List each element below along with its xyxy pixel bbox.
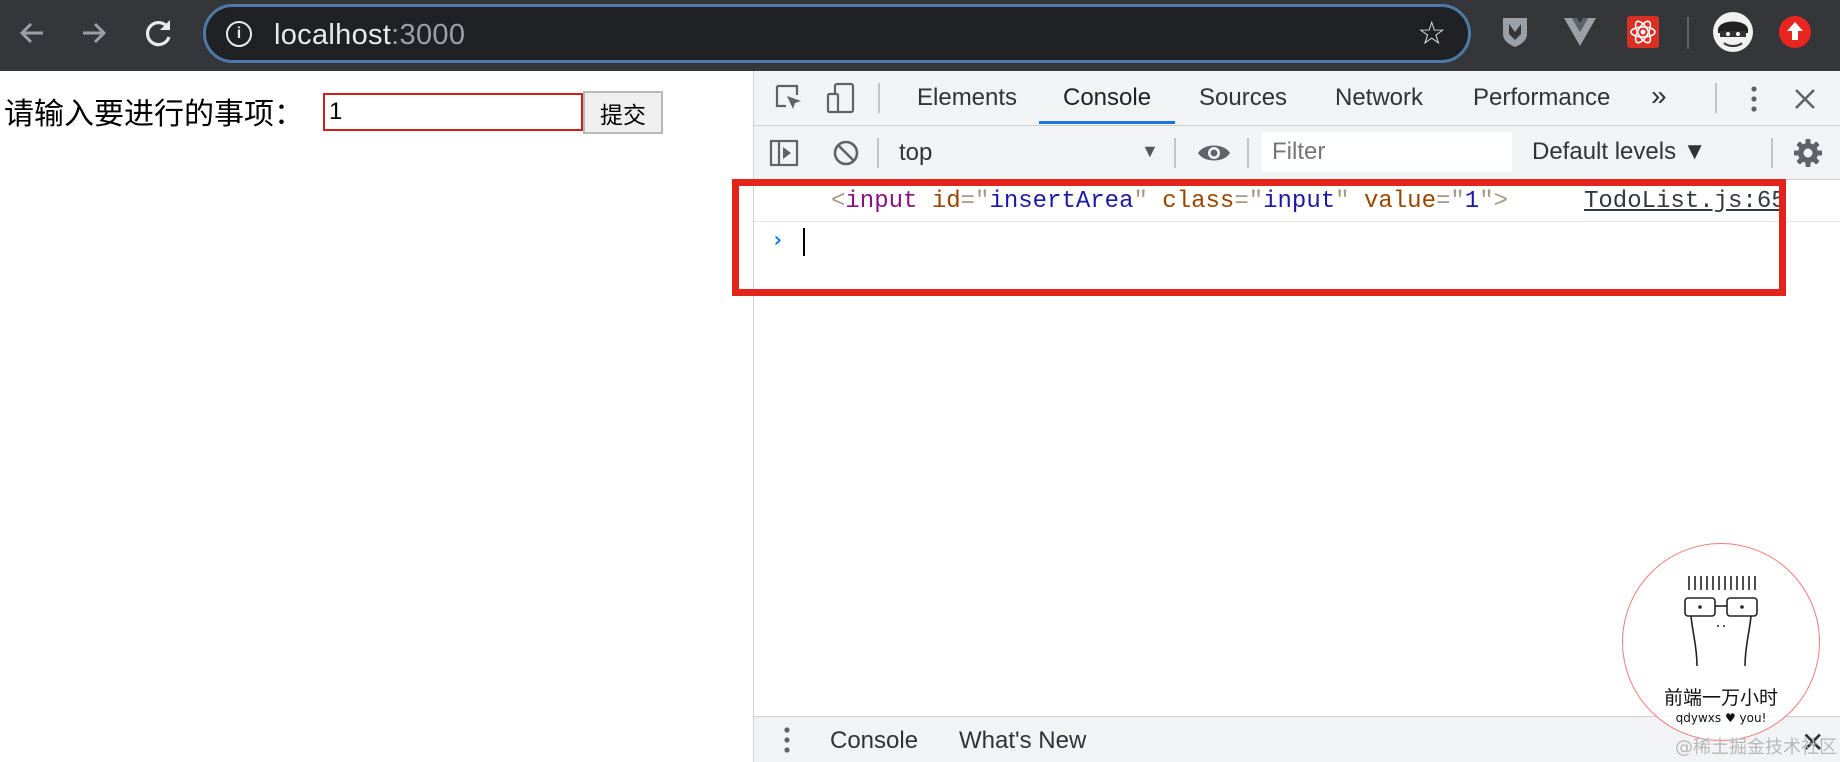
sidebar-toggle-icon[interactable] bbox=[768, 137, 800, 169]
drawer-menu-icon[interactable] bbox=[784, 727, 790, 758]
device-toolbar-icon[interactable] bbox=[824, 81, 858, 115]
address-bar[interactable]: i localhost:3000 ☆ bbox=[203, 4, 1471, 63]
back-button[interactable] bbox=[12, 13, 52, 53]
context-dropdown-icon[interactable]: ▼ bbox=[1141, 141, 1159, 162]
tab-divider bbox=[878, 83, 880, 113]
kebab-menu-icon[interactable] bbox=[1744, 83, 1764, 115]
more-tabs-button[interactable]: » bbox=[1651, 80, 1667, 112]
toolbar-divider bbox=[877, 138, 879, 168]
tab-elements[interactable]: Elements bbox=[917, 84, 1017, 112]
tab-sources[interactable]: Sources bbox=[1199, 84, 1287, 112]
tab-performance[interactable]: Performance bbox=[1473, 84, 1610, 112]
console-toolbar: top ▼ Default levels ▼ bbox=[754, 126, 1840, 180]
reload-icon bbox=[146, 20, 171, 47]
active-tab-indicator bbox=[1039, 121, 1175, 124]
reload-button[interactable] bbox=[139, 13, 179, 53]
url-text[interactable]: localhost:3000 bbox=[274, 19, 465, 52]
profile-avatar[interactable] bbox=[1712, 11, 1754, 53]
toolbar-divider bbox=[1687, 17, 1689, 49]
toolbar-divider bbox=[1771, 138, 1773, 168]
arrow-left-icon bbox=[19, 22, 43, 44]
close-devtools-icon[interactable] bbox=[1790, 84, 1820, 114]
live-expression-eye-icon[interactable] bbox=[1193, 137, 1235, 169]
react-devtools-icon[interactable] bbox=[1625, 14, 1661, 50]
vue-devtools-icon[interactable] bbox=[1562, 14, 1598, 50]
console-settings-gear-icon[interactable] bbox=[1791, 136, 1825, 170]
drawer-tab-whats-new[interactable]: What's New bbox=[959, 727, 1086, 755]
clear-console-icon[interactable] bbox=[830, 137, 862, 169]
todo-input[interactable] bbox=[323, 93, 583, 131]
forward-button[interactable] bbox=[74, 13, 114, 53]
context-selector[interactable]: top bbox=[899, 139, 932, 167]
tab-console[interactable]: Console bbox=[1063, 84, 1151, 112]
info-icon[interactable]: i bbox=[226, 21, 252, 47]
watermark: @稀土掘金技术社区 bbox=[1675, 737, 1837, 758]
arrow-right-icon bbox=[83, 22, 107, 44]
drawer-tab-console[interactable]: Console bbox=[830, 727, 918, 755]
stamp-title: 前端一万小时 bbox=[1663, 687, 1778, 709]
stamp-subtitle: qdywxs ♥ you! bbox=[1675, 711, 1767, 725]
author-stamp: 前端一万小时 qdywxs ♥ you! bbox=[1622, 543, 1820, 741]
star-icon[interactable]: ☆ bbox=[1417, 17, 1446, 49]
submit-button[interactable]: 提交 bbox=[583, 91, 663, 134]
cartoon-face-icon bbox=[1684, 576, 1758, 667]
console-filter-input[interactable] bbox=[1262, 132, 1512, 172]
browser-toolbar: i localhost:3000 ☆ bbox=[0, 0, 1840, 71]
log-levels-dropdown[interactable]: Default levels ▼ bbox=[1532, 138, 1707, 166]
update-icon[interactable] bbox=[1778, 15, 1812, 49]
shield-extension-icon[interactable] bbox=[1497, 14, 1533, 50]
inspect-element-icon[interactable] bbox=[772, 81, 806, 115]
web-page: 请输入要进行的事项： 提交 bbox=[0, 71, 753, 762]
toolbar-divider bbox=[1174, 138, 1176, 168]
tab-network[interactable]: Network bbox=[1335, 84, 1423, 112]
todo-input-label: 请输入要进行的事项： bbox=[4, 97, 304, 132]
tab-divider bbox=[1715, 83, 1717, 113]
toolbar-divider bbox=[1247, 138, 1249, 168]
devtools-tab-bar: Elements Console Sources Network Perform… bbox=[754, 71, 1840, 126]
annotation-highlight-box bbox=[732, 179, 1786, 296]
